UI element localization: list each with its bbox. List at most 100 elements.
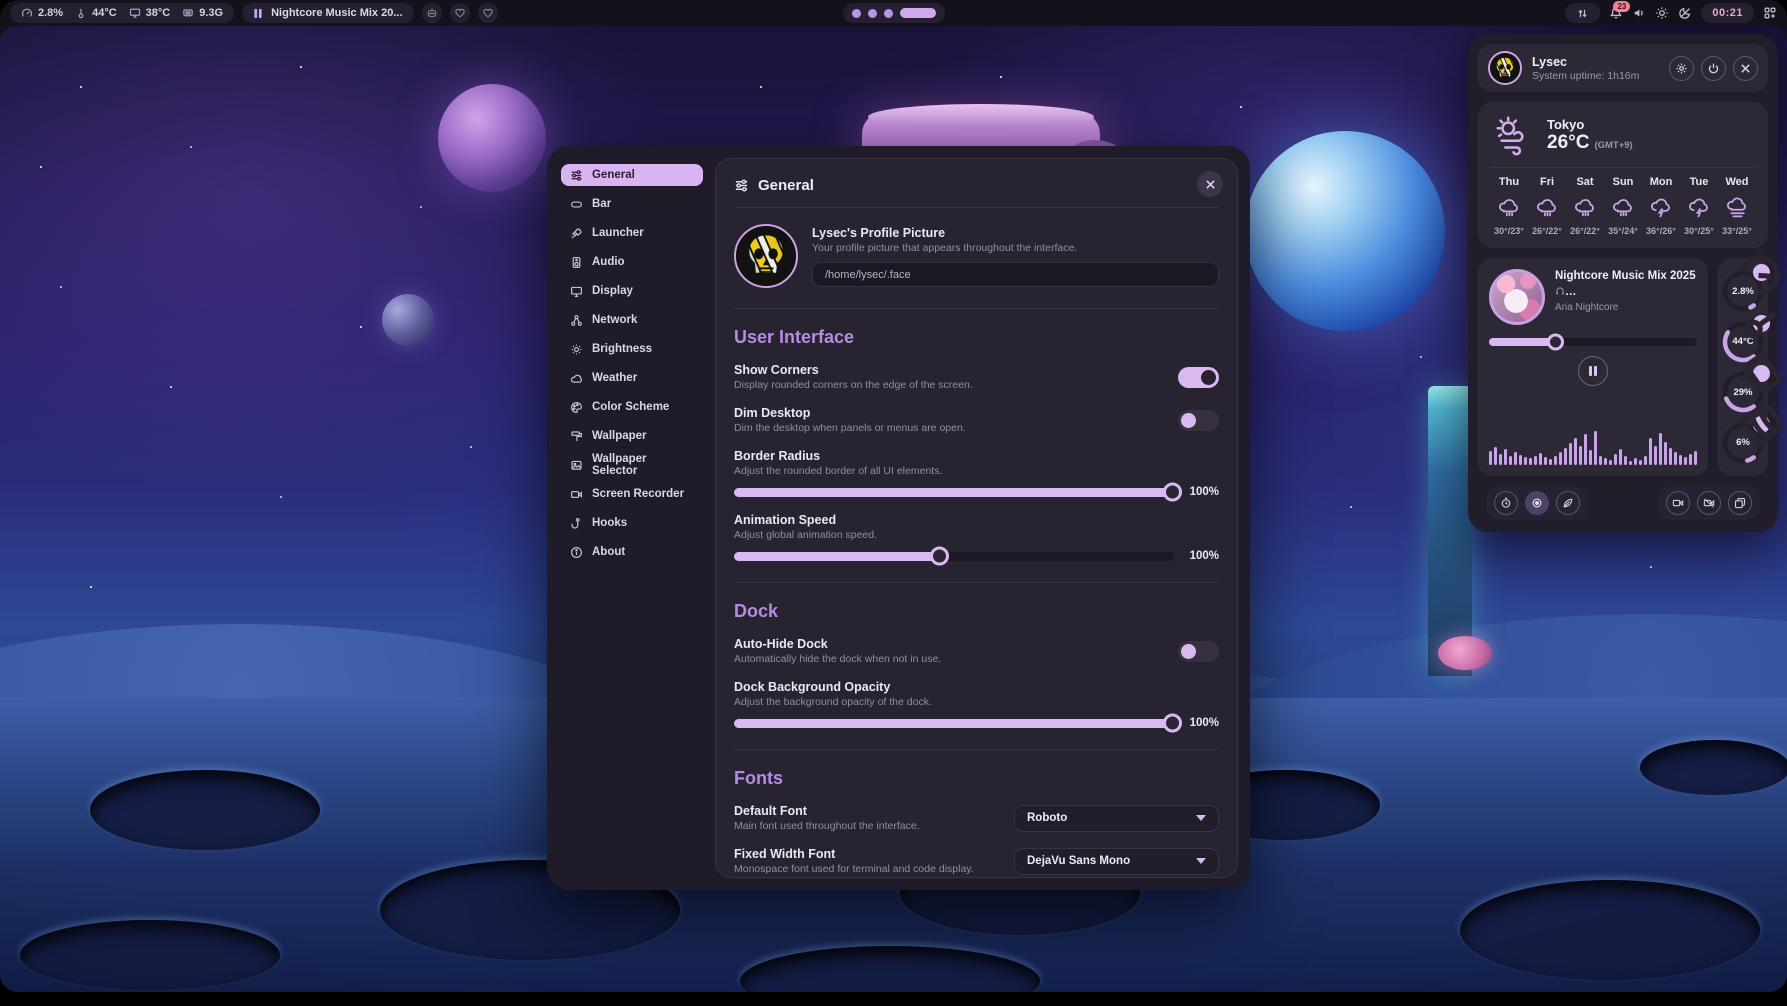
bot-icon[interactable] [422,3,442,23]
sidebar-item-brightness[interactable]: Brightness [561,338,703,360]
brightness-button[interactable] [1655,6,1669,20]
overview-button[interactable] [1763,6,1777,20]
avatar[interactable] [734,224,798,288]
heart-icon[interactable] [478,3,498,23]
workspace-indicator[interactable] [843,3,945,23]
close-icon [1205,179,1216,190]
border-radius-slider[interactable] [734,488,1174,497]
weather-timezone: (GMT+9) [1594,140,1632,151]
settings-header: General [734,171,1219,199]
panel-footer [1478,486,1768,522]
sidebar-item-display[interactable]: Display [561,280,703,302]
screen-record-button[interactable] [1666,491,1690,515]
notification-badge: 23 [1613,1,1630,12]
clock[interactable]: 00:21 [1701,3,1754,23]
gpu-temp-stat[interactable]: 38°C [129,7,171,19]
weather-temp: 26°C [1547,132,1589,154]
pause-icon [253,8,263,19]
workspace-dot[interactable] [852,9,861,18]
sidebar-item-color-scheme[interactable]: Color Scheme [561,396,703,418]
sidebar-item-general[interactable]: General [561,164,703,186]
profile-path-input[interactable] [812,262,1219,287]
weather-city: Tokyo [1547,117,1633,132]
slider-thumb[interactable] [1547,334,1564,351]
auto-hide-dock-toggle[interactable] [1178,641,1219,662]
sidebar-item-wallpaper[interactable]: Wallpaper [561,425,703,447]
sidebar-item-wallpaper-selector[interactable]: Wallpaper Selector [561,454,703,476]
feather-icon [1562,497,1574,509]
dock-opacity-value: 100% [1185,717,1219,729]
network-icon [570,314,583,327]
default-font-dropdown[interactable]: Roboto [1014,805,1219,832]
timer-button[interactable] [1494,491,1518,515]
sidebar-item-audio[interactable]: Audio [561,251,703,273]
memory-stat[interactable]: 9.3G [182,7,223,19]
gear-icon [1675,62,1688,75]
sidebar-item-hooks[interactable]: Hooks [561,512,703,534]
storm-cloud-icon [1649,195,1674,220]
camera-off-button[interactable] [1697,491,1721,515]
show-corners-toggle[interactable] [1178,367,1219,388]
setting-row-show-corners: Show Corners Display rounded corners on … [734,363,1219,391]
notifications-button[interactable]: 23 [1609,6,1623,20]
forecast-day: Sun 35°/24° [1604,176,1642,236]
video-camera-icon [1672,497,1684,509]
power-button[interactable] [1701,56,1726,81]
uptime-label: System uptime: 1h16m [1532,70,1639,82]
heart-icon[interactable] [450,3,470,23]
sidebar-item-weather[interactable]: Weather [561,367,703,389]
video-camera-off-icon [1703,497,1715,509]
workspace-active-pill[interactable] [900,8,936,18]
dim-desktop-toggle[interactable] [1178,410,1219,431]
sliders-icon [734,178,749,193]
rocket-icon [570,227,583,240]
animation-speed-slider[interactable] [734,552,1174,561]
image-icon [570,459,583,472]
fixed-font-dropdown[interactable]: DejaVu Sans Mono [1014,848,1219,875]
top-bar: 2.8% 44°C 38°C 9.3G Nightcore Music Mix … [0,0,1787,26]
rain-cloud-icon [1573,195,1598,220]
slider-thumb[interactable] [1163,714,1182,733]
desktop-screen: 2.8% 44°C 38°C 9.3G Nightcore Music Mix … [0,0,1787,992]
media-pill[interactable]: Nightcore Music Mix 20... [242,3,413,23]
avatar [1488,51,1522,85]
pause-icon [1588,365,1598,377]
screenshot-button[interactable] [1728,491,1752,515]
hook-icon [570,517,583,530]
close-panel-button[interactable] [1733,56,1758,81]
user-name: Lysec [1532,55,1639,69]
system-stats-card: 2.8% 44°C 29% 6% [1718,258,1768,476]
sidebar-item-screen-recorder[interactable]: Screen Recorder [561,483,703,505]
sidebar-item-network[interactable]: Network [561,309,703,331]
dock-opacity-slider[interactable] [734,719,1174,728]
workspace-dot[interactable] [884,9,893,18]
rain-cloud-icon [1535,195,1560,220]
sidebar-item-about[interactable]: About [561,541,703,563]
sidebar-item-launcher[interactable]: Launcher [561,222,703,244]
night-mode-button[interactable] [1678,6,1692,20]
sidebar-item-bar[interactable]: Bar [561,193,703,215]
track-artist: Aria Nightcore [1555,302,1697,313]
settings-button[interactable] [1669,56,1694,81]
pause-button[interactable] [1578,356,1608,386]
grid-plus-icon [1763,6,1777,20]
record-button[interactable] [1525,491,1549,515]
workspace-dot[interactable] [868,9,877,18]
media-title: Nightcore Music Mix 20... [271,7,402,19]
close-button[interactable] [1197,171,1223,197]
track-progress-slider[interactable] [1489,338,1697,346]
info-icon [570,546,583,559]
idle-inhibitor-button[interactable] [1556,491,1580,515]
control-panel: Lysec System uptime: 1h16m [1468,34,1778,532]
temperature-stat[interactable]: 44°C [75,7,117,19]
volume-button[interactable] [1632,6,1646,20]
chevron-down-icon [1196,858,1206,864]
cloud-icon [570,372,583,385]
track-title: Nightcore Music Mix 2025 EDM Remixes of … [1555,269,1697,300]
cpu-stat[interactable]: 2.8% [21,7,63,19]
network-button[interactable] [1565,3,1600,23]
slider-thumb[interactable] [930,547,949,566]
forecast-day: Tue 30°/25° [1680,176,1718,236]
slider-thumb[interactable] [1163,483,1182,502]
border-radius-value: 100% [1185,486,1219,498]
